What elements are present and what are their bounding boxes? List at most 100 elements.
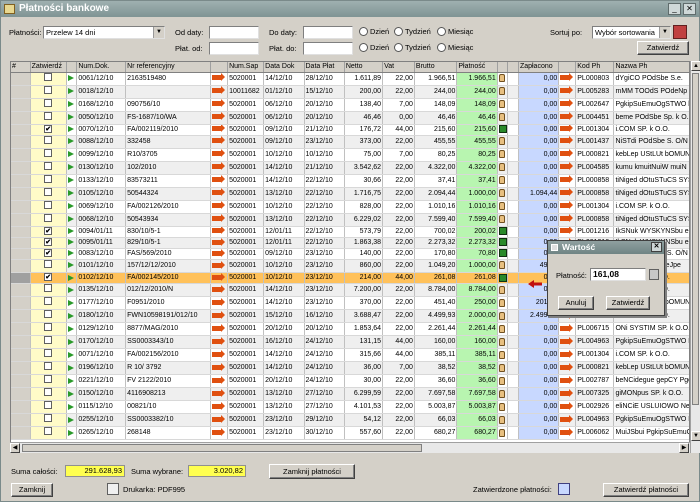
zatwierdz-cell[interactable] <box>30 426 67 441</box>
zatwierdz-checkbox[interactable] <box>44 174 53 183</box>
green-arrow-icon[interactable] <box>67 286 74 293</box>
platnosc-cell[interactable]: 2.273,32 <box>456 237 498 250</box>
red-arrow-icon[interactable] <box>212 237 226 246</box>
hand-icon[interactable] <box>498 149 505 158</box>
go-doc-cell[interactable] <box>66 387 78 402</box>
zatwierdz-cell[interactable] <box>30 259 67 274</box>
edit-cell[interactable] <box>497 111 509 125</box>
zatwierdz-checkbox[interactable] <box>44 375 53 384</box>
approved-icon[interactable] <box>498 124 507 133</box>
row-selector[interactable] <box>11 335 31 350</box>
zatwierdz-cell[interactable] <box>30 111 67 125</box>
row-selector[interactable] <box>11 161 31 175</box>
edit-cell[interactable] <box>497 322 509 337</box>
green-arrow-icon[interactable] <box>67 351 74 358</box>
horizontal-scrollbar[interactable]: ◀ ▶ <box>10 442 690 453</box>
open-ph-cell[interactable] <box>558 374 577 389</box>
row-selector[interactable] <box>11 426 31 441</box>
zatwierdz-cell[interactable] <box>30 148 67 162</box>
edit-cell[interactable] <box>497 272 509 285</box>
zatwierdz-checkbox[interactable]: ✔ <box>44 273 53 282</box>
go-doc-cell[interactable] <box>66 174 78 188</box>
red-arrow-icon[interactable] <box>560 226 574 235</box>
column-header[interactable]: Num.Dok. <box>76 62 127 73</box>
open-ref-cell[interactable] <box>210 174 229 188</box>
edit-cell[interactable] <box>497 237 509 250</box>
column-header[interactable]: Kod Ph <box>575 62 615 73</box>
platnosc-cell[interactable]: 244,00 <box>456 85 498 99</box>
table-row[interactable]: 0130/12/10 102/2010 5020001 14/12/10 21/12/1… <box>11 161 689 175</box>
red-arrow-icon[interactable] <box>212 389 226 398</box>
approved-icon[interactable] <box>498 273 507 282</box>
scroll-left-icon[interactable]: ◀ <box>10 443 20 453</box>
platnosci-select[interactable]: Przelew 14 dni ▼ <box>43 26 165 39</box>
go-doc-cell[interactable] <box>66 111 78 125</box>
radio-tydzien-2[interactable]: Tydzień <box>394 43 431 52</box>
radio-tydzien-1[interactable]: Tydzień <box>394 27 431 36</box>
go-doc-cell[interactable] <box>66 148 78 162</box>
table-row[interactable]: 0115/12/10 00821/10 5020001 13/12/10 27/12/1… <box>11 400 689 415</box>
red-arrow-icon[interactable] <box>212 73 226 82</box>
edit-cell[interactable] <box>497 348 509 363</box>
zatwierdz-checkbox[interactable] <box>44 260 53 269</box>
row-selector[interactable] <box>11 200 31 214</box>
red-arrow-icon[interactable] <box>212 311 226 320</box>
green-arrow-icon[interactable] <box>67 364 74 371</box>
column-header[interactable]: Nazwa Ph <box>613 62 689 73</box>
zatwierdz-checkbox[interactable] <box>44 200 53 209</box>
go-doc-cell[interactable] <box>66 135 78 149</box>
printer-icon[interactable] <box>107 483 119 495</box>
green-arrow-icon[interactable] <box>67 338 74 345</box>
sort-direction-icon[interactable] <box>673 25 687 39</box>
red-arrow-icon[interactable] <box>560 389 574 398</box>
table-row[interactable]: 0068/12/10 50543934 5020001 13/12/10 22/12/1… <box>11 213 689 227</box>
open-ref-cell[interactable] <box>210 237 229 250</box>
red-arrow-icon[interactable] <box>212 175 226 184</box>
green-arrow-icon[interactable] <box>67 113 74 120</box>
green-arrow-icon[interactable] <box>67 100 74 107</box>
zatwierdz-cell[interactable]: ✔ <box>30 237 67 250</box>
red-arrow-icon[interactable] <box>560 136 574 145</box>
hand-icon[interactable] <box>498 201 505 210</box>
radio-dzien-1[interactable]: Dzień <box>359 27 389 36</box>
platnosc-cell[interactable]: 385,11 <box>456 348 498 363</box>
green-arrow-icon[interactable] <box>67 239 74 246</box>
zatwierdz-checkbox[interactable] <box>44 111 53 120</box>
column-header[interactable]: Zapłacono <box>518 62 560 73</box>
edit-cell[interactable] <box>497 413 509 428</box>
edit-cell[interactable] <box>497 187 509 201</box>
red-arrow-icon[interactable] <box>212 188 226 197</box>
open-ref-cell[interactable] <box>210 111 229 125</box>
edit-cell[interactable] <box>497 248 509 261</box>
green-arrow-icon[interactable] <box>67 312 74 319</box>
platnosc-cell[interactable]: 200,02 <box>456 226 498 238</box>
zamknij-button[interactable]: Zamknij <box>11 483 53 497</box>
go-doc-cell[interactable] <box>66 361 78 376</box>
red-arrow-icon[interactable] <box>560 162 574 171</box>
open-ph-cell[interactable] <box>558 174 577 188</box>
row-selector[interactable] <box>11 309 31 324</box>
open-ref-cell[interactable] <box>210 272 229 285</box>
go-doc-cell[interactable] <box>66 248 78 261</box>
green-arrow-icon[interactable] <box>67 416 74 423</box>
hand-icon[interactable] <box>498 86 505 95</box>
column-header[interactable]: Data Dok <box>263 62 305 73</box>
row-selector[interactable] <box>11 98 31 112</box>
zatwierdz-cell[interactable] <box>30 174 67 188</box>
approved-payments-icon[interactable] <box>558 483 570 495</box>
open-ph-cell[interactable] <box>558 226 577 238</box>
scroll-down-icon[interactable]: ▼ <box>691 431 700 441</box>
open-ref-cell[interactable] <box>210 361 229 376</box>
hand-icon[interactable] <box>498 136 505 145</box>
red-arrow-icon[interactable] <box>560 73 574 82</box>
zatwierdz-cell[interactable] <box>30 200 67 214</box>
table-row[interactable]: ✔ 0070/12/10 FA/002119/2010 5020001 09/12/10… <box>11 124 689 136</box>
do-daty-input[interactable] <box>303 26 353 39</box>
table-row[interactable]: 0050/12/10 FS-1687/10/WA 5020001 06/12/10 20… <box>11 111 689 125</box>
go-doc-cell[interactable] <box>66 296 78 311</box>
hand-icon[interactable] <box>498 428 505 437</box>
zatwierdz-cell[interactable] <box>30 98 67 112</box>
green-arrow-icon[interactable] <box>67 150 74 157</box>
red-arrow-icon[interactable] <box>212 402 226 411</box>
open-ref-cell[interactable] <box>210 400 229 415</box>
